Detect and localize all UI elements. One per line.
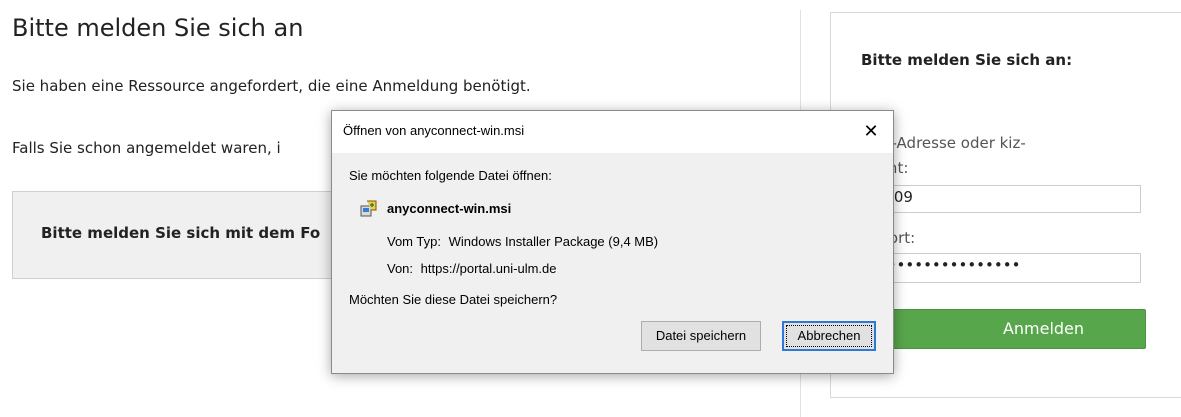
file-source-label: Von:	[387, 261, 414, 276]
page: Bitte melden Sie sich an Sie haben eine …	[0, 0, 1181, 417]
email-input[interactable]: me09	[861, 185, 1141, 213]
file-source-value: https://portal.uni-ulm.de	[420, 261, 557, 276]
dialog-titlebar: Öffnen von anyconnect-win.msi ✕	[332, 111, 893, 153]
file-open-dialog: Öffnen von anyconnect-win.msi ✕ Sie möch…	[331, 110, 894, 374]
page-title: Bitte melden Sie sich an	[12, 14, 304, 42]
email-label-line2: count:	[861, 156, 1111, 181]
close-icon[interactable]: ✕	[849, 111, 893, 153]
file-type-value: Windows Installer Package (9,4 MB)	[448, 234, 659, 249]
info-paragraph: Sie haben eine Ressource angefordert, di…	[12, 77, 531, 95]
email-label: Mail-Adresse oder kiz- count:	[861, 131, 1111, 181]
info-box: Bitte melden Sie sich mit dem Fo	[12, 191, 333, 279]
file-type-label: Vom Typ:	[387, 234, 441, 249]
login-button[interactable]: Anmelden	[861, 309, 1146, 349]
cancel-button[interactable]: Abbrechen	[782, 321, 876, 351]
password-input[interactable]: •••••••••••••••••	[861, 253, 1141, 283]
email-label-line1: Mail-Adresse oder kiz-	[861, 134, 1026, 152]
save-question: Möchten Sie diese Datei speichern?	[349, 292, 558, 307]
file-source-row: Von: https://portal.uni-ulm.de	[387, 261, 557, 276]
focus-ring	[786, 325, 872, 347]
info-box-text: Bitte melden Sie sich mit dem Fo	[41, 224, 321, 242]
installer-package-icon	[360, 200, 377, 217]
login-title: Bitte melden Sie sich an:	[861, 51, 1073, 69]
save-file-button[interactable]: Datei speichern	[641, 321, 761, 351]
dialog-title: Öffnen von anyconnect-win.msi	[343, 123, 525, 138]
file-name: anyconnect-win.msi	[387, 201, 512, 216]
dialog-question: Sie möchten folgende Datei öffnen:	[349, 168, 552, 183]
info-paragraph-2: Falls Sie schon angemeldet waren, i	[12, 139, 281, 157]
file-type-row: Vom Typ: Windows Installer Package (9,4 …	[387, 234, 658, 249]
